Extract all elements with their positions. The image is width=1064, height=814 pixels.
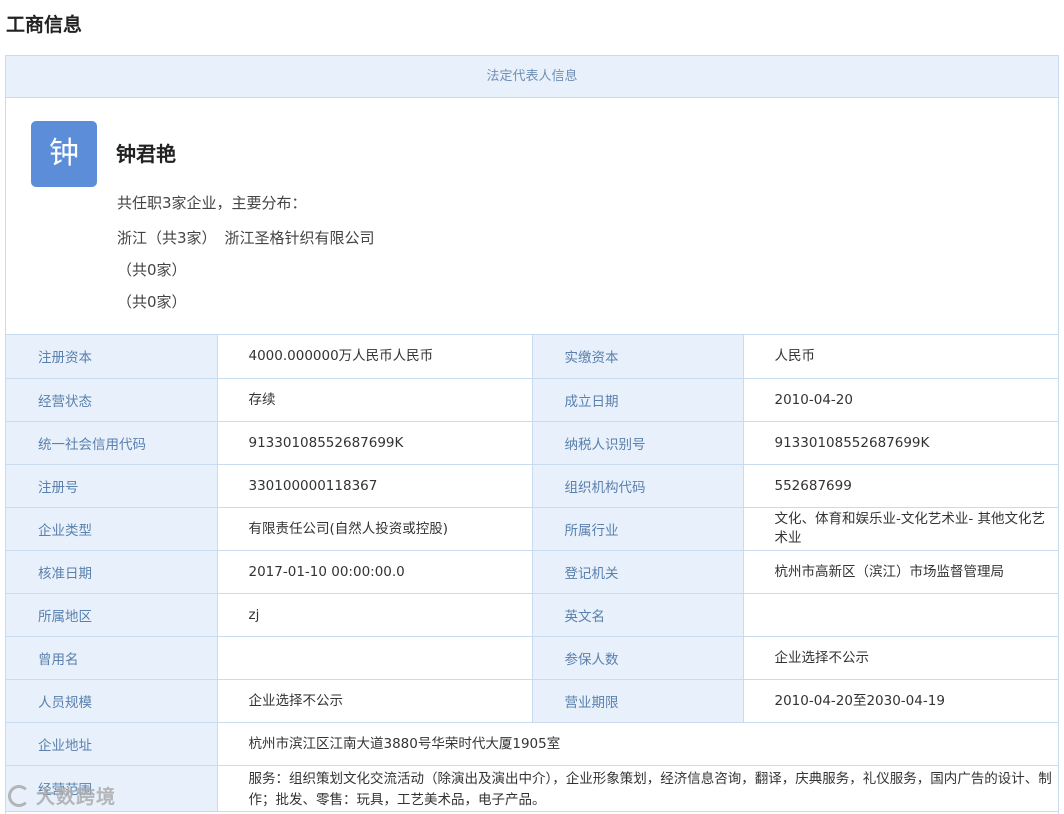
value-established-date: 2010-04-20	[742, 377, 1058, 422]
label-operating-status: 经营状态	[6, 377, 218, 422]
table-row: 人员规模 企业选择不公示 营业期限 2010-04-20至2030-04-19	[6, 678, 1058, 723]
watermark: 大数跨境	[8, 782, 116, 809]
distribution-item: 浙江（共3家） 浙江圣格针织有限公司	[117, 227, 375, 248]
value-address: 杭州市滨江区江南大道3880号华荣时代大厦1905室	[216, 721, 1058, 766]
distribution-region: （共0家）	[117, 261, 187, 279]
table-row: 注册资本 4000.000000万人民币人民币 实缴资本 人民币	[6, 335, 1058, 379]
label-taxpayer-id: 纳税人识别号	[531, 420, 744, 465]
value-industry: 文化、体育和娱乐业-文化艺术业- 其他文化艺术业	[742, 506, 1058, 551]
value-taxpayer-id: 91330108552687699K	[742, 420, 1058, 465]
value-staff-size: 企业选择不公示	[216, 678, 533, 723]
table-row: 所属地区 zj 英文名	[6, 592, 1058, 637]
value-credit-code: 91330108552687699K	[216, 420, 533, 465]
table-row: 企业类型 有限责任公司(自然人投资或控股) 所属行业 文化、体育和娱乐业-文化艺…	[6, 506, 1058, 551]
legal-rep-header: 法定代表人信息	[6, 56, 1058, 98]
watermark-text: 大数跨境	[36, 786, 117, 808]
label-established-date: 成立日期	[531, 377, 744, 422]
table-row: 企业地址 杭州市滨江区江南大道3880号华荣时代大厦1905室	[6, 721, 1058, 766]
label-english-name: 英文名	[531, 592, 744, 637]
distribution-company-link[interactable]: 浙江圣格针织有限公司	[225, 229, 375, 247]
value-business-scope: 服务：组织策划文化交流活动（除演出及演出中介），企业形象策划，经济信息咨询，翻译…	[216, 764, 1058, 812]
value-company-type: 有限责任公司(自然人投资或控股)	[216, 506, 533, 551]
label-paid-in-capital: 实缴资本	[531, 335, 744, 379]
avatar: 钟	[31, 121, 97, 187]
value-registered-capital: 4000.000000万人民币人民币	[216, 335, 533, 379]
table-row: 核准日期 2017-01-10 00:00:00.0 登记机关 杭州市高新区（滨…	[6, 549, 1058, 594]
label-company-type: 企业类型	[6, 506, 218, 551]
label-address: 企业地址	[6, 721, 218, 766]
table-row: 曾用名 参保人数 企业选择不公示	[6, 635, 1058, 680]
business-info-page: 工商信息 法定代表人信息 钟 钟君艳 共任职3家企业，主要分布： 浙江（共3家）…	[0, 0, 1064, 814]
distribution-item: （共0家）	[117, 259, 187, 280]
legal-rep-summary: 共任职3家企业，主要分布：	[117, 194, 307, 212]
value-english-name	[742, 592, 1058, 637]
value-region: zj	[216, 592, 533, 637]
label-industry: 所属行业	[531, 506, 744, 551]
label-registration-number: 注册号	[6, 463, 218, 508]
distribution-region: （共0家）	[117, 293, 187, 311]
label-region: 所属地区	[6, 592, 218, 637]
value-registration-authority: 杭州市高新区（滨江）市场监督管理局	[742, 549, 1058, 594]
label-approval-date: 核准日期	[6, 549, 218, 594]
label-business-term: 营业期限	[531, 678, 744, 723]
label-former-name: 曾用名	[6, 635, 218, 680]
table-row: 统一社会信用代码 91330108552687699K 纳税人识别号 91330…	[6, 420, 1058, 465]
label-org-code: 组织机构代码	[531, 463, 744, 508]
label-registration-authority: 登记机关	[531, 549, 744, 594]
label-staff-size: 人员规模	[6, 678, 218, 723]
business-info-table: 注册资本 4000.000000万人民币人民币 实缴资本 人民币 经营状态 存续…	[6, 335, 1058, 812]
label-credit-code: 统一社会信用代码	[6, 420, 218, 465]
watermark-logo-icon	[8, 785, 30, 807]
legal-rep-name[interactable]: 钟君艳	[116, 138, 176, 167]
business-info-box: 法定代表人信息 钟 钟君艳 共任职3家企业，主要分布： 浙江（共3家） 浙江圣格针…	[5, 55, 1059, 814]
value-insured-count: 企业选择不公示	[742, 635, 1058, 680]
distribution-region: 浙江（共3家）	[117, 229, 217, 247]
table-row: 经营状态 存续 成立日期 2010-04-20	[6, 377, 1058, 422]
value-former-name	[216, 635, 533, 680]
value-paid-in-capital: 人民币	[742, 335, 1058, 379]
section-title: 工商信息	[6, 14, 83, 36]
distribution-item: （共0家）	[117, 291, 187, 312]
table-row: 注册号 330100000118367 组织机构代码 552687699	[6, 463, 1058, 508]
value-operating-status: 存续	[216, 377, 533, 422]
legal-rep-card: 钟 钟君艳 共任职3家企业，主要分布： 浙江（共3家） 浙江圣格针织有限公司 （共…	[6, 98, 1058, 335]
value-approval-date: 2017-01-10 00:00:00.0	[216, 549, 533, 594]
value-org-code: 552687699	[742, 463, 1058, 508]
label-registered-capital: 注册资本	[6, 335, 218, 379]
value-registration-number: 330100000118367	[216, 463, 533, 508]
table-row: 经营范围 服务：组织策划文化交流活动（除演出及演出中介），企业形象策划，经济信息…	[6, 764, 1058, 812]
label-insured-count: 参保人数	[531, 635, 744, 680]
value-business-term: 2010-04-20至2030-04-19	[742, 678, 1058, 723]
